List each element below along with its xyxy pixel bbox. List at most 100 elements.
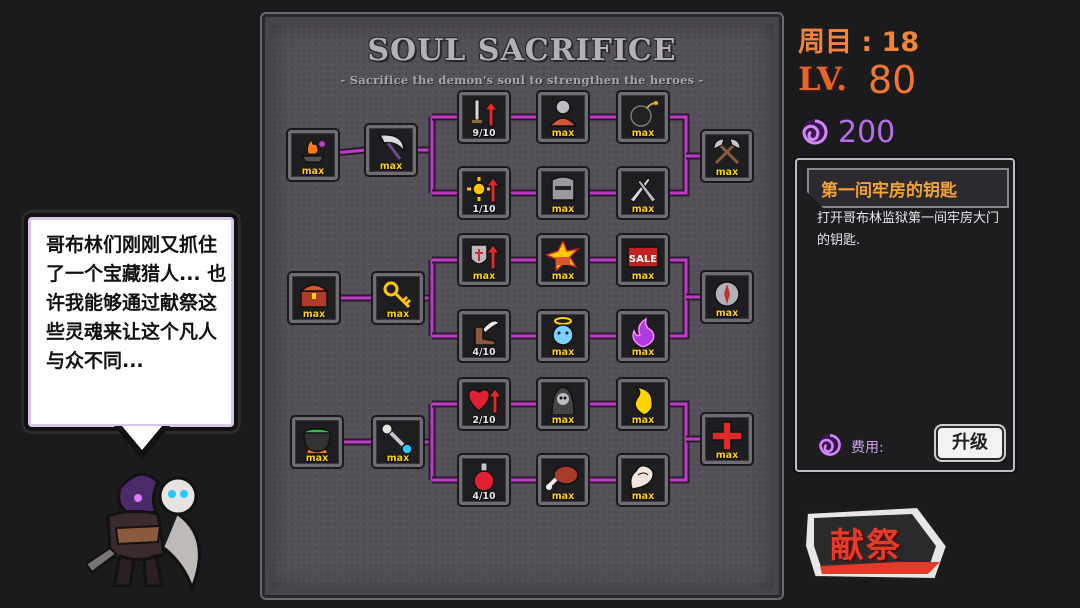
skill-level-label: max — [631, 347, 655, 358]
skill-level-label: max — [551, 204, 575, 215]
demon-reaper-character — [84, 472, 201, 592]
sacrifice-label: 献祭 — [830, 526, 902, 566]
skill-level-label: 2/10 — [472, 415, 496, 426]
dialog-text: 哥布林们刚刚又抓住了一个宝藏猎人... 也许我能够通过献祭这些灵魂来让这个凡人与… — [46, 234, 227, 372]
skill-node[interactable]: max — [616, 377, 670, 431]
skill-node[interactable]: max — [700, 129, 754, 183]
skill-level-label: max — [551, 128, 575, 139]
skill-node[interactable]: max — [616, 166, 670, 220]
skill-level-label: max — [631, 415, 655, 426]
purple-flame-icon — [632, 317, 655, 347]
skill-node[interactable]: max — [616, 90, 670, 144]
red-potion-icon — [473, 462, 495, 491]
skill-level-label: max — [551, 491, 575, 502]
skill-level-label: max — [301, 166, 325, 177]
skill-node[interactable]: max — [287, 271, 341, 325]
dialog-bubble: 哥布林们刚刚又抓住了一个宝藏猎人... 也许我能够通过献祭这些灵魂来让这个凡人与… — [24, 213, 238, 431]
info-description: 打开哥布林监狱第一间牢房大门的钥匙. — [817, 211, 1000, 248]
info-title: 第一间牢房的钥匙 — [821, 181, 957, 201]
skill-level-label: max — [472, 271, 496, 282]
board-subtitle: - Sacrifice the demon's soul to strength… — [340, 73, 704, 87]
board-title: SOUL SACRIFICE — [367, 33, 677, 68]
sword-attack-up-icon — [472, 99, 498, 127]
skill-node[interactable]: 2/10 — [457, 377, 511, 431]
skill-level-label: max — [715, 450, 739, 461]
soul-swirl-icon — [802, 119, 828, 145]
upgrade-button[interactable]: 升级 — [936, 426, 1004, 460]
skill-level-label: max — [305, 453, 329, 464]
skill-node[interactable]: 4/10 — [457, 309, 511, 363]
level-label: LV. — [798, 60, 848, 98]
skill-level-label: max — [302, 309, 326, 320]
crossed-axes-icon — [713, 138, 741, 165]
twin-daggers-icon — [629, 177, 657, 203]
sale-sign-icon: SALE — [627, 246, 659, 268]
red-cross-icon — [711, 421, 743, 450]
sun-gear-up-icon — [467, 177, 500, 203]
skill-node[interactable]: SALE max — [616, 233, 670, 287]
knight-helmet-icon — [551, 176, 575, 201]
skill-node[interactable]: 1/10 — [457, 166, 511, 220]
skill-node[interactable]: max — [371, 271, 425, 325]
skill-level-label: max — [631, 128, 655, 139]
shield-defense-up-icon — [470, 244, 500, 270]
flaming-anvil-icon — [300, 139, 326, 163]
compass-icon — [714, 281, 740, 307]
skill-node[interactable]: 9/10 — [457, 90, 511, 144]
angel-halo-icon — [552, 317, 574, 346]
bomb-icon — [630, 101, 658, 127]
skill-level-label: max — [631, 204, 655, 215]
scythe-blade-icon — [378, 134, 405, 160]
winged-boot-icon — [474, 320, 500, 346]
skill-info-panel: 第一间牢房的钥匙 打开哥布林监狱第一间牢房大门的钥匙. 费用: — [795, 158, 1015, 472]
skill-level-label: max — [386, 453, 410, 464]
heart-health-up-icon — [467, 388, 501, 414]
skill-node[interactable]: 4/10 — [457, 453, 511, 507]
hooded-reaper-icon — [551, 386, 575, 415]
skill-node[interactable]: max — [286, 128, 340, 182]
skill-level-label: max — [551, 271, 575, 282]
skill-node[interactable]: max — [536, 453, 590, 507]
skill-node[interactable]: max — [536, 309, 590, 363]
skill-level-label: max — [631, 491, 655, 502]
skill-node[interactable]: max — [536, 166, 590, 220]
cauldron-icon — [303, 428, 331, 453]
skill-level-label: max — [631, 271, 655, 282]
yellow-spirit-icon — [634, 386, 654, 415]
cycle-counter: 周目 : 18 — [798, 27, 920, 58]
skill-level-label: 4/10 — [472, 491, 496, 502]
svg-text:SALE: SALE — [629, 254, 657, 265]
level-value: 80 — [868, 58, 917, 102]
skill-level-label: max — [379, 161, 403, 172]
gold-explosion-icon — [546, 241, 580, 271]
skill-level-label: max — [551, 415, 575, 426]
skill-node[interactable]: max — [700, 270, 754, 324]
skill-node[interactable]: max — [290, 415, 344, 469]
dialog-bubble-tail — [114, 426, 170, 460]
skill-node[interactable]: max — [536, 377, 590, 431]
soul-count: 200 — [838, 115, 896, 150]
flexed-arm-icon — [629, 464, 655, 490]
skill-node[interactable]: max — [616, 309, 670, 363]
skill-node[interactable]: max — [536, 90, 590, 144]
soul-swirl-icon — [818, 433, 842, 457]
skill-node[interactable]: max — [616, 453, 670, 507]
skill-level-label: 4/10 — [472, 347, 496, 358]
skill-level-label: 1/10 — [472, 204, 496, 215]
skill-node[interactable]: max — [457, 233, 511, 287]
golden-key-icon — [383, 281, 412, 309]
armored-knight-icon — [548, 99, 578, 127]
skill-level-label: max — [715, 167, 739, 178]
meat-icon — [546, 465, 579, 490]
skill-node[interactable]: max — [700, 412, 754, 466]
skill-level-label: max — [715, 308, 739, 319]
skill-level-label: max — [386, 309, 410, 320]
skill-node[interactable]: max — [371, 415, 425, 469]
treasure-chest-icon — [299, 284, 329, 308]
skill-node[interactable]: max — [536, 233, 590, 287]
skull-staff-icon — [381, 423, 413, 453]
skill-node[interactable]: max — [364, 123, 418, 177]
skill-level-label: 9/10 — [472, 128, 496, 139]
cost-label: 费用: — [851, 440, 884, 456]
skill-level-label: max — [551, 347, 575, 358]
